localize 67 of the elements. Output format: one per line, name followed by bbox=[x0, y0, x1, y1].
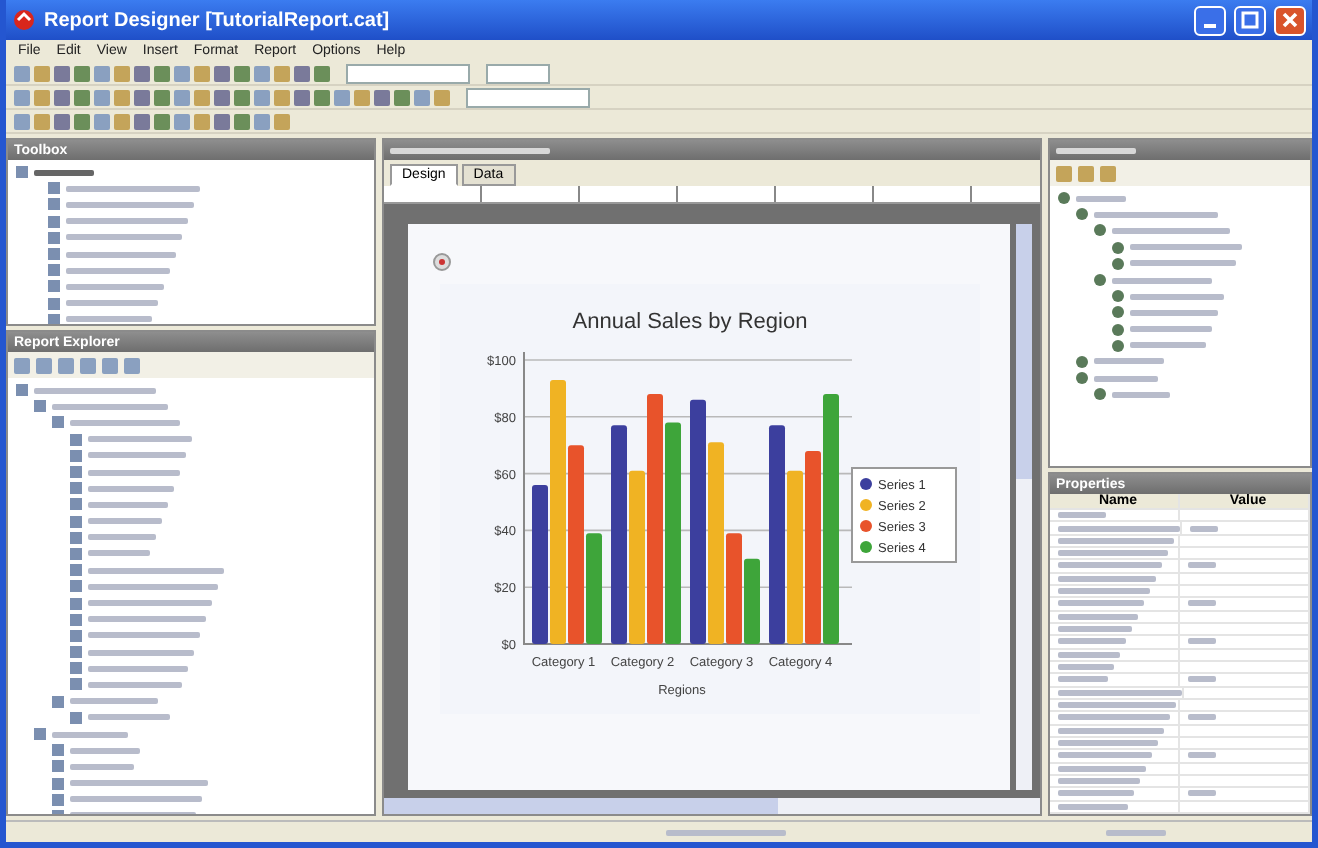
tree-node-icon bbox=[16, 166, 28, 179]
legend-box bbox=[850, 467, 956, 563]
tree-node-icon bbox=[1094, 224, 1106, 237]
tree-node-icon bbox=[1076, 208, 1088, 221]
tree-node-icon bbox=[70, 646, 82, 659]
tree-node-icon bbox=[70, 515, 82, 528]
chart-title: Annual Sales by Region bbox=[571, 310, 807, 334]
minimize-button[interactable] bbox=[1194, 5, 1226, 35]
tree-node-icon bbox=[48, 297, 60, 310]
tree-node-icon bbox=[48, 280, 60, 293]
tree-node-icon bbox=[70, 449, 82, 462]
tree-node-icon bbox=[70, 662, 82, 675]
tree-node-icon bbox=[48, 198, 60, 211]
tree-node-icon bbox=[48, 215, 60, 228]
scrollbar[interactable] bbox=[384, 798, 1040, 814]
tree-node-icon bbox=[48, 313, 60, 324]
tree-node-icon bbox=[70, 564, 82, 577]
minimize-icon bbox=[1204, 23, 1216, 27]
tree-node-icon bbox=[70, 482, 82, 495]
tree-node-icon bbox=[1076, 372, 1088, 385]
close-icon bbox=[1280, 10, 1300, 30]
tree-node-icon bbox=[48, 264, 60, 277]
app-logo-icon bbox=[12, 8, 36, 32]
tree-node-icon bbox=[48, 182, 60, 195]
tree-node-icon bbox=[70, 547, 82, 560]
tree-node-icon bbox=[52, 695, 64, 708]
maximize-button[interactable] bbox=[1234, 5, 1266, 35]
close-button[interactable] bbox=[1274, 5, 1306, 35]
tree-node-icon bbox=[1076, 355, 1088, 368]
dropdown-field[interactable] bbox=[346, 63, 470, 83]
tree-node-icon bbox=[70, 597, 82, 610]
tree-node-icon bbox=[70, 498, 82, 511]
tree-node-icon bbox=[70, 678, 82, 691]
tree-node-icon bbox=[34, 728, 46, 741]
tree-node-icon bbox=[52, 744, 64, 757]
tree-node-icon bbox=[1112, 241, 1124, 254]
tree-node-icon bbox=[70, 613, 82, 626]
tree-node-icon bbox=[16, 384, 28, 397]
tree-node-icon bbox=[52, 416, 64, 429]
tree-node-icon bbox=[52, 793, 64, 806]
tree-node-icon bbox=[1112, 339, 1124, 352]
tree-node-icon bbox=[52, 777, 64, 790]
tree-node-icon bbox=[48, 231, 60, 244]
tree-node-icon bbox=[70, 531, 82, 544]
tree-node-icon bbox=[1112, 323, 1124, 336]
tree-node-icon bbox=[70, 433, 82, 446]
dropdown-field[interactable] bbox=[486, 63, 550, 83]
blurred-label bbox=[1056, 147, 1136, 153]
tree-node-icon bbox=[1112, 290, 1124, 303]
tree-node-icon bbox=[1112, 306, 1124, 319]
tree-node-icon bbox=[1094, 388, 1106, 401]
tree-node-icon bbox=[70, 629, 82, 642]
tree-node-icon bbox=[70, 580, 82, 593]
tree-node-icon bbox=[52, 760, 64, 773]
maximize-icon bbox=[1240, 10, 1260, 30]
tree-node-icon bbox=[70, 466, 82, 479]
tree-node-icon bbox=[1058, 192, 1070, 205]
scrollbar[interactable] bbox=[1016, 224, 1032, 790]
tree-node-icon bbox=[48, 248, 60, 261]
window-title: Report Designer [TutorialReport.cat] bbox=[44, 9, 390, 31]
tree-node-icon bbox=[1094, 274, 1106, 287]
anchor-icon[interactable] bbox=[432, 252, 452, 272]
blurred-label[interactable] bbox=[34, 169, 94, 176]
tree-node-icon bbox=[1112, 257, 1124, 270]
tree-node-icon bbox=[70, 711, 82, 724]
tree-node-icon bbox=[34, 400, 46, 413]
dropdown-field[interactable] bbox=[466, 87, 590, 107]
